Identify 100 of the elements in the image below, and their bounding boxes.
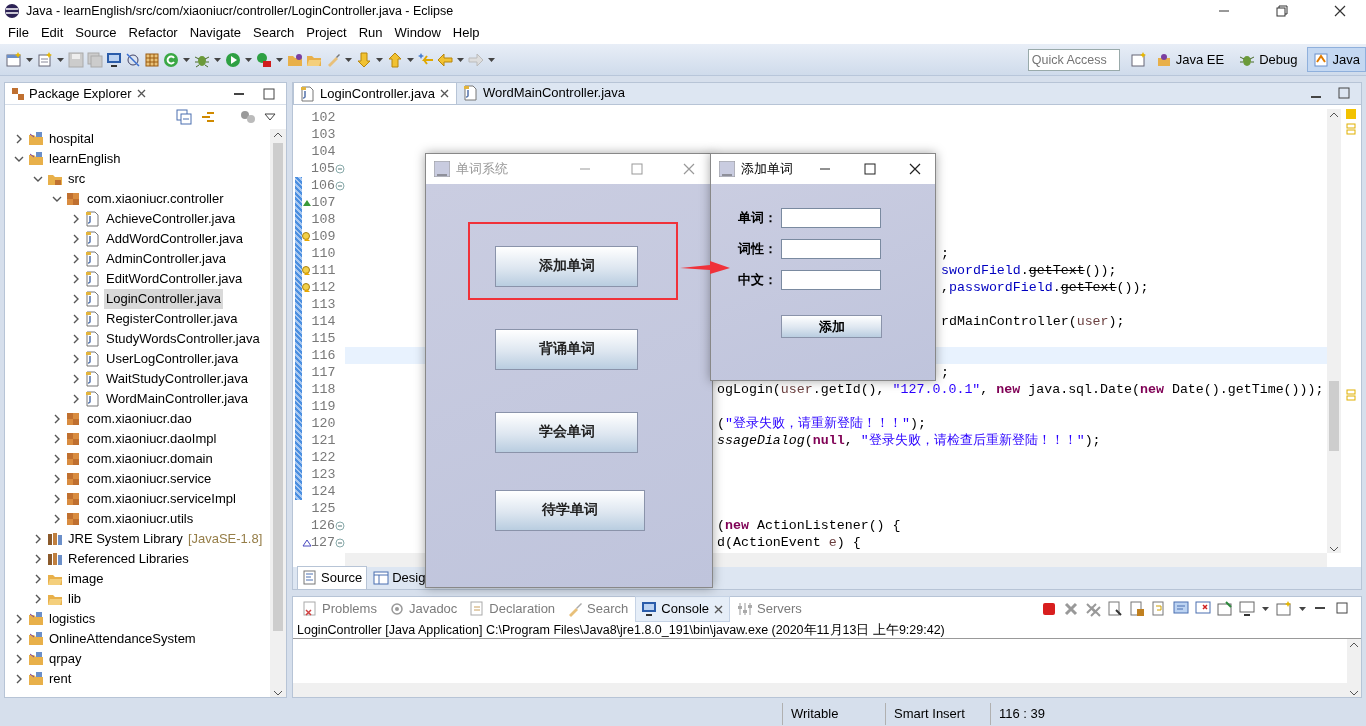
scroll-up-icon[interactable] [1349, 641, 1359, 649]
scroll-lock-icon[interactable] [1129, 601, 1145, 617]
scroll-up-icon[interactable] [273, 131, 283, 139]
view-menu-icon[interactable] [264, 113, 276, 121]
caret-icon[interactable] [182, 55, 191, 64]
menu-item[interactable]: File [2, 23, 35, 43]
tree-item[interactable]: com.xiaoniucr.controller [85, 189, 226, 209]
menu-item[interactable]: Help [446, 23, 486, 43]
tree-item[interactable]: com.xiaoniucr.service [85, 469, 214, 489]
caret-icon[interactable] [25, 55, 34, 64]
show-output-icon[interactable] [1173, 601, 1189, 617]
menu-item[interactable]: Navigate [183, 23, 247, 43]
tree-item[interactable]: qrpay [47, 649, 84, 669]
close-icon[interactable] [135, 88, 147, 99]
text-field[interactable] [781, 239, 881, 259]
tree-item[interactable]: com.xiaoniucr.domain [85, 449, 215, 469]
tree-item[interactable]: src [66, 169, 88, 189]
open-folder-icon[interactable] [287, 51, 303, 68]
tree-item[interactable]: RegisterController.java [104, 309, 240, 329]
tree-item[interactable]: EditWordController.java [104, 269, 245, 289]
maximize-icon[interactable] [864, 163, 876, 175]
view-tab[interactable]: Search [562, 597, 634, 621]
caret-icon[interactable] [344, 55, 353, 64]
close-icon[interactable] [438, 88, 450, 99]
perspective-button[interactable]: Java EE [1149, 46, 1231, 73]
editor-mode-tab[interactable]: Desig [369, 567, 430, 589]
quick-access-field[interactable]: Quick Access [1027, 48, 1120, 71]
tree-item[interactable]: AddWordController.java [104, 229, 246, 249]
tree-item[interactable]: com.xiaoniucr.serviceImpl [85, 489, 238, 509]
menu-item[interactable]: Source [69, 23, 123, 43]
package-explorer-tab[interactable]: Package Explorer [11, 83, 132, 104]
menu-item[interactable]: Refactor [122, 23, 184, 43]
scrollbar-thumb[interactable] [273, 143, 283, 631]
tree-item[interactable]: rent [47, 669, 74, 689]
scroll-down-icon[interactable] [273, 689, 283, 697]
run-icon[interactable] [225, 51, 241, 68]
view-tab[interactable]: Javadoc [383, 597, 463, 621]
perspective-button[interactable]: Debug [1233, 46, 1304, 73]
caret-icon[interactable] [456, 55, 465, 64]
close-icon[interactable] [713, 603, 724, 615]
remove-all-icon[interactable] [1085, 601, 1101, 617]
tree-item[interactable]: WaitStudyController.java [104, 369, 250, 389]
tree-item[interactable]: com.xiaoniucr.dao [85, 409, 194, 429]
tree-item[interactable]: com.xiaoniucr.utils [85, 509, 196, 529]
text-field[interactable] [781, 208, 881, 228]
run-tools-icon[interactable] [256, 51, 272, 68]
close-icon[interactable] [909, 163, 922, 175]
scrollbar-thumb[interactable] [1329, 381, 1339, 451]
menu-item[interactable]: Edit [34, 23, 70, 43]
view-tab[interactable]: Problems [297, 597, 382, 621]
menu-item[interactable]: Run [352, 23, 389, 43]
editor-tab[interactable]: WordMainController.java [456, 82, 631, 104]
clear-console-icon[interactable] [1107, 601, 1123, 617]
caret-icon[interactable] [406, 55, 415, 64]
tree-item[interactable]: lib [66, 589, 83, 609]
menu-button[interactable]: 待学单词 [495, 490, 645, 531]
text-field[interactable] [781, 270, 881, 290]
editor-tab[interactable]: LoginController.java [293, 82, 457, 104]
caret-icon[interactable] [1298, 605, 1307, 613]
scroll-down-icon[interactable] [1329, 545, 1339, 553]
caret-icon[interactable] [244, 55, 253, 64]
stop-icon[interactable] [1041, 601, 1057, 617]
remove-icon[interactable] [1063, 601, 1079, 617]
tree-item[interactable]: LoginController.java [104, 289, 223, 309]
caret-icon[interactable] [275, 55, 284, 64]
menu-button[interactable]: 添加单词 [495, 246, 638, 287]
collapse-all-icon[interactable] [176, 109, 192, 125]
display-console-icon[interactable] [1239, 601, 1255, 617]
caret-icon[interactable] [1261, 605, 1270, 613]
tree-item[interactable]: StudyWordsController.java [104, 329, 262, 349]
link-icon[interactable] [200, 109, 216, 125]
tree-item[interactable]: OnlineAttendanceSystem [47, 629, 198, 649]
tree-item[interactable]: UserLogController.java [104, 349, 241, 369]
tree-item[interactable]: image [66, 569, 106, 589]
tree-item[interactable]: Referenced Libraries [66, 549, 191, 569]
menu-item[interactable]: Search [247, 23, 301, 43]
tree-item[interactable]: hospital [47, 129, 96, 149]
tree-item[interactable]: com.xiaoniucr.daoImpl [85, 429, 219, 449]
caret-icon[interactable] [375, 55, 384, 64]
caret-icon[interactable] [56, 55, 65, 64]
tree-item[interactable]: AchieveController.java [104, 209, 238, 229]
add-button[interactable]: 添加 [781, 315, 882, 338]
tree-item[interactable]: logistics [47, 609, 98, 629]
view-tab[interactable]: Console [635, 596, 730, 622]
perspective-button[interactable]: Java [1306, 46, 1366, 73]
grid-icon[interactable] [144, 51, 160, 68]
close-icon[interactable] [1334, 5, 1346, 17]
scroll-up-icon[interactable] [1329, 111, 1339, 119]
restore-icon[interactable] [1276, 5, 1288, 17]
menu-button[interactable]: 学会单词 [495, 412, 638, 453]
menu-item[interactable]: Window [388, 23, 447, 43]
tree-item[interactable]: JRE System Library [66, 529, 185, 549]
monitor-icon[interactable] [106, 51, 122, 68]
menu-button[interactable]: 背诵单词 [495, 329, 638, 370]
pin-console-icon[interactable] [1217, 601, 1233, 617]
filter-icon[interactable] [240, 109, 256, 125]
view-tab[interactable]: Declaration [464, 597, 561, 621]
pin-icon[interactable] [125, 51, 141, 68]
editor-mode-tab[interactable]: Source [297, 566, 368, 590]
tree-item[interactable]: AdminController.java [104, 249, 228, 269]
